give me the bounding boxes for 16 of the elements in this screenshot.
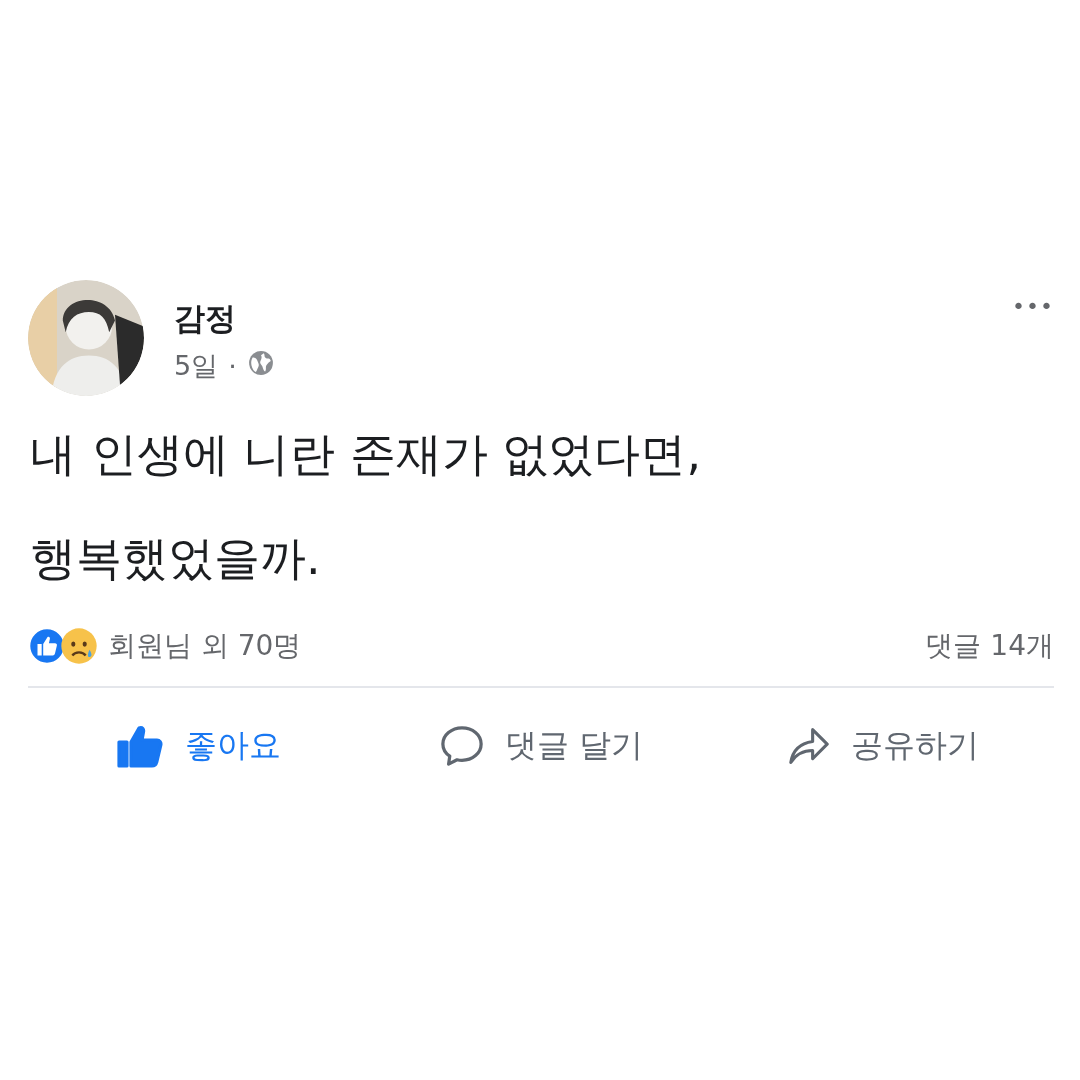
- thumbs-up-icon: [117, 724, 165, 768]
- separator-dot: ·: [228, 350, 237, 382]
- author-name[interactable]: 감정: [174, 298, 983, 340]
- reaction-summary[interactable]: 회원님 외 70명: [108, 627, 926, 665]
- like-button[interactable]: 좋아요: [103, 718, 295, 774]
- share-button[interactable]: 공유하기: [773, 718, 993, 774]
- post-text: 내 인생에 니란 존재가 없었다면, 행복했었을까.: [29, 426, 703, 587]
- sad-reaction-icon: [60, 627, 98, 665]
- more-options-button[interactable]: •••: [1012, 294, 1054, 319]
- post-time[interactable]: 5일: [174, 348, 219, 384]
- comment-button[interactable]: 댓글 달기: [424, 718, 658, 774]
- globe-icon: [246, 349, 275, 377]
- share-arrow-icon: [787, 726, 831, 766]
- speech-bubble-icon: [438, 724, 485, 768]
- comment-count[interactable]: 댓글 14개: [925, 627, 1054, 665]
- like-reaction-icon: [28, 627, 66, 665]
